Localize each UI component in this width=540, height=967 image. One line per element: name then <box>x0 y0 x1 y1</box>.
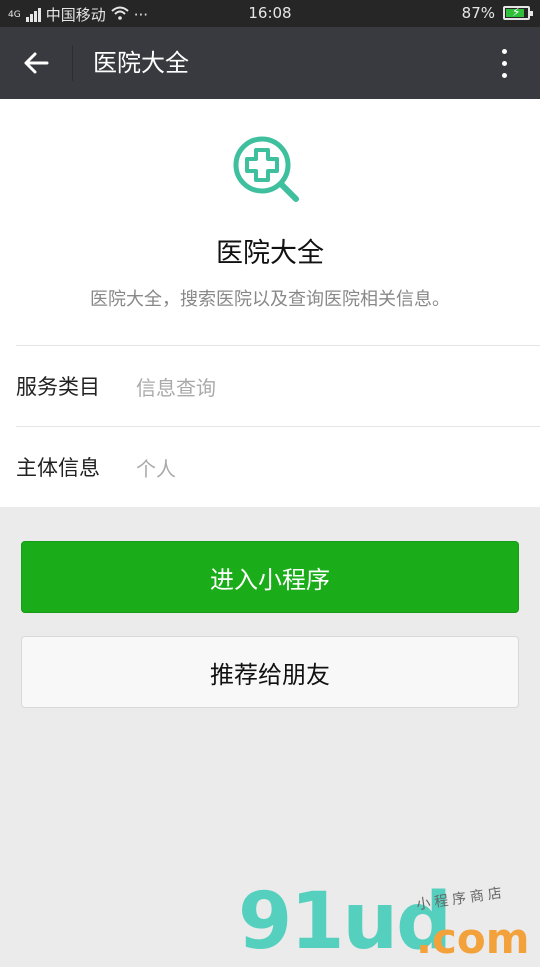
arrow-left-icon <box>24 52 49 74</box>
battery-icon: ⚡ <box>503 5 533 20</box>
more-dot-icon <box>501 60 507 66</box>
watermark-logo: 91ud 小程序商店 .com <box>238 883 538 963</box>
info-label: 主体信息 <box>16 456 100 480</box>
battery-percent: 87% <box>461 4 495 22</box>
info-value: 信息查询 <box>136 375 216 400</box>
app-name: 医院大全 <box>216 238 324 269</box>
nav-divider <box>72 45 73 81</box>
info-value: 个人 <box>136 456 176 481</box>
back-button[interactable] <box>14 41 58 85</box>
nav-bar: 医院大全 <box>0 27 540 99</box>
info-label: 服务类目 <box>16 375 100 399</box>
more-menu-button[interactable] <box>486 41 522 85</box>
info-row-category: 服务类目 信息查询 <box>16 346 540 426</box>
watermark-suffix: .com <box>416 914 530 963</box>
more-dot-icon <box>501 48 507 54</box>
hospital-search-icon <box>233 136 299 202</box>
status-bar: 4G 中国移动 ··· 16:08 87% ⚡ <box>0 0 540 27</box>
status-right: 87% ⚡ <box>461 4 533 22</box>
page-title: 医院大全 <box>93 49 189 77</box>
app-info-card: 医院大全 医院大全，搜索医院以及查询医院相关信息。 服务类目 信息查询 主体信息… <box>0 99 540 507</box>
enter-miniprogram-button[interactable]: 进入小程序 <box>21 541 519 613</box>
status-time: 16:08 <box>248 4 292 22</box>
info-row-entity: 主体信息 个人 <box>16 427 540 507</box>
more-dot-icon <box>501 72 507 78</box>
recommend-to-friend-button[interactable]: 推荐给朋友 <box>21 636 519 708</box>
app-description: 医院大全，搜索医院以及查询医院相关信息。 <box>90 289 450 310</box>
